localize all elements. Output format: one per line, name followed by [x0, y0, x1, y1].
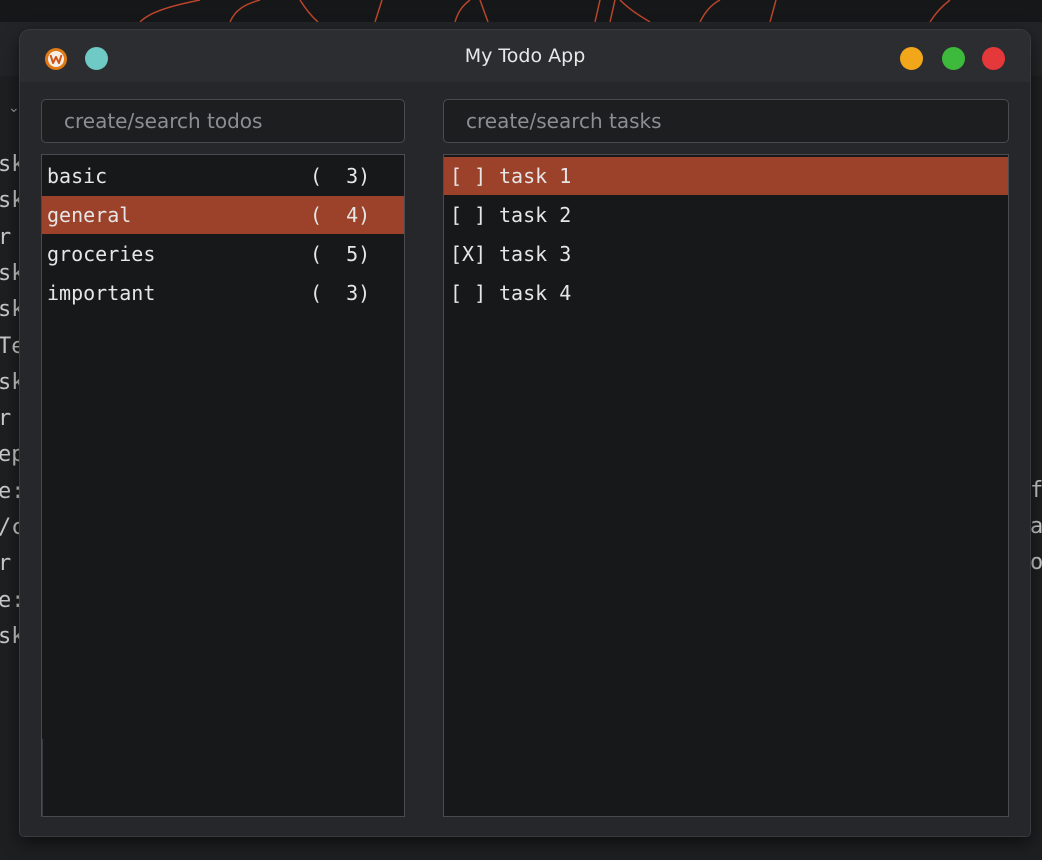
maximize-icon[interactable] — [942, 47, 965, 70]
task-list-item[interactable]: [ ] task 2 — [444, 196, 1008, 234]
todo-name: groceries — [47, 242, 156, 266]
task-checkbox[interactable]: [ ] — [450, 274, 486, 312]
terminal-line: r — [0, 551, 12, 577]
task-list-item[interactable]: [ ] task 4 — [444, 274, 1008, 312]
tasks-search-input[interactable]: create/search tasks — [443, 99, 1009, 143]
todos-search-input[interactable]: create/search todos — [41, 99, 405, 143]
todo-list-item[interactable]: important ( 3) — [42, 274, 404, 312]
desktop-wallpaper-strip — [0, 0, 1042, 22]
close-icon[interactable] — [982, 47, 1005, 70]
wallpaper-lines — [139, 0, 951, 22]
terminal-line: a — [1030, 514, 1042, 539]
window-title: My Todo App — [464, 45, 586, 67]
terminal-line: r — [0, 406, 12, 432]
todo-list-item[interactable]: basic ( 3) — [42, 157, 404, 195]
app-window: My Todo App create/search todos create/s… — [20, 30, 1030, 836]
task-name: task 1 — [499, 164, 572, 188]
task-list-item[interactable]: [X] task 3 — [444, 235, 1008, 273]
terminal-line: f — [1030, 478, 1042, 503]
app-content: create/search todos create/search tasks … — [20, 82, 1030, 836]
todos-search-placeholder: create/search todos — [64, 109, 263, 133]
terminal-line: o — [1030, 550, 1042, 575]
todo-name: important — [47, 281, 156, 305]
todo-count: ( 3) — [310, 281, 371, 305]
task-checkbox[interactable]: [ ] — [450, 157, 486, 195]
todo-count: ( 3) — [310, 164, 371, 188]
todo-count: ( 4) — [310, 203, 371, 227]
task-list[interactable]: [ ] task 1 [ ] task 2 [X] task 3 [ ] task 4 — [443, 154, 1009, 817]
todo-name: basic — [47, 164, 108, 188]
chevron-down-icon: ⌄ — [8, 100, 20, 116]
desktop: sk sk r sk sk Te sk r ep e:/c r e: sk fao ⌄ My Todo … — [0, 0, 1042, 860]
terminal-line: r — [0, 224, 12, 250]
todo-list-item[interactable]: general ( 4) — [42, 196, 404, 234]
todo-name: general — [47, 203, 132, 227]
titlebar[interactable]: My Todo App — [20, 30, 1030, 82]
task-checkbox[interactable]: [ ] — [450, 196, 486, 234]
todo-list-item[interactable]: groceries ( 5) — [42, 235, 404, 273]
task-name: task 3 — [499, 242, 572, 266]
task-name: task 2 — [499, 203, 572, 227]
task-checkbox[interactable]: [X] — [450, 235, 486, 273]
todo-list[interactable]: basic ( 3) general ( 4) groceries ( 5) importa… — [41, 154, 405, 817]
minimize-icon[interactable] — [900, 47, 923, 70]
todo-count: ( 5) — [310, 242, 371, 266]
task-name: task 4 — [499, 281, 572, 305]
task-list-item[interactable]: [ ] task 1 — [444, 157, 1008, 195]
list-edge-line — [42, 739, 43, 817]
tasks-search-placeholder: create/search tasks — [466, 109, 662, 133]
